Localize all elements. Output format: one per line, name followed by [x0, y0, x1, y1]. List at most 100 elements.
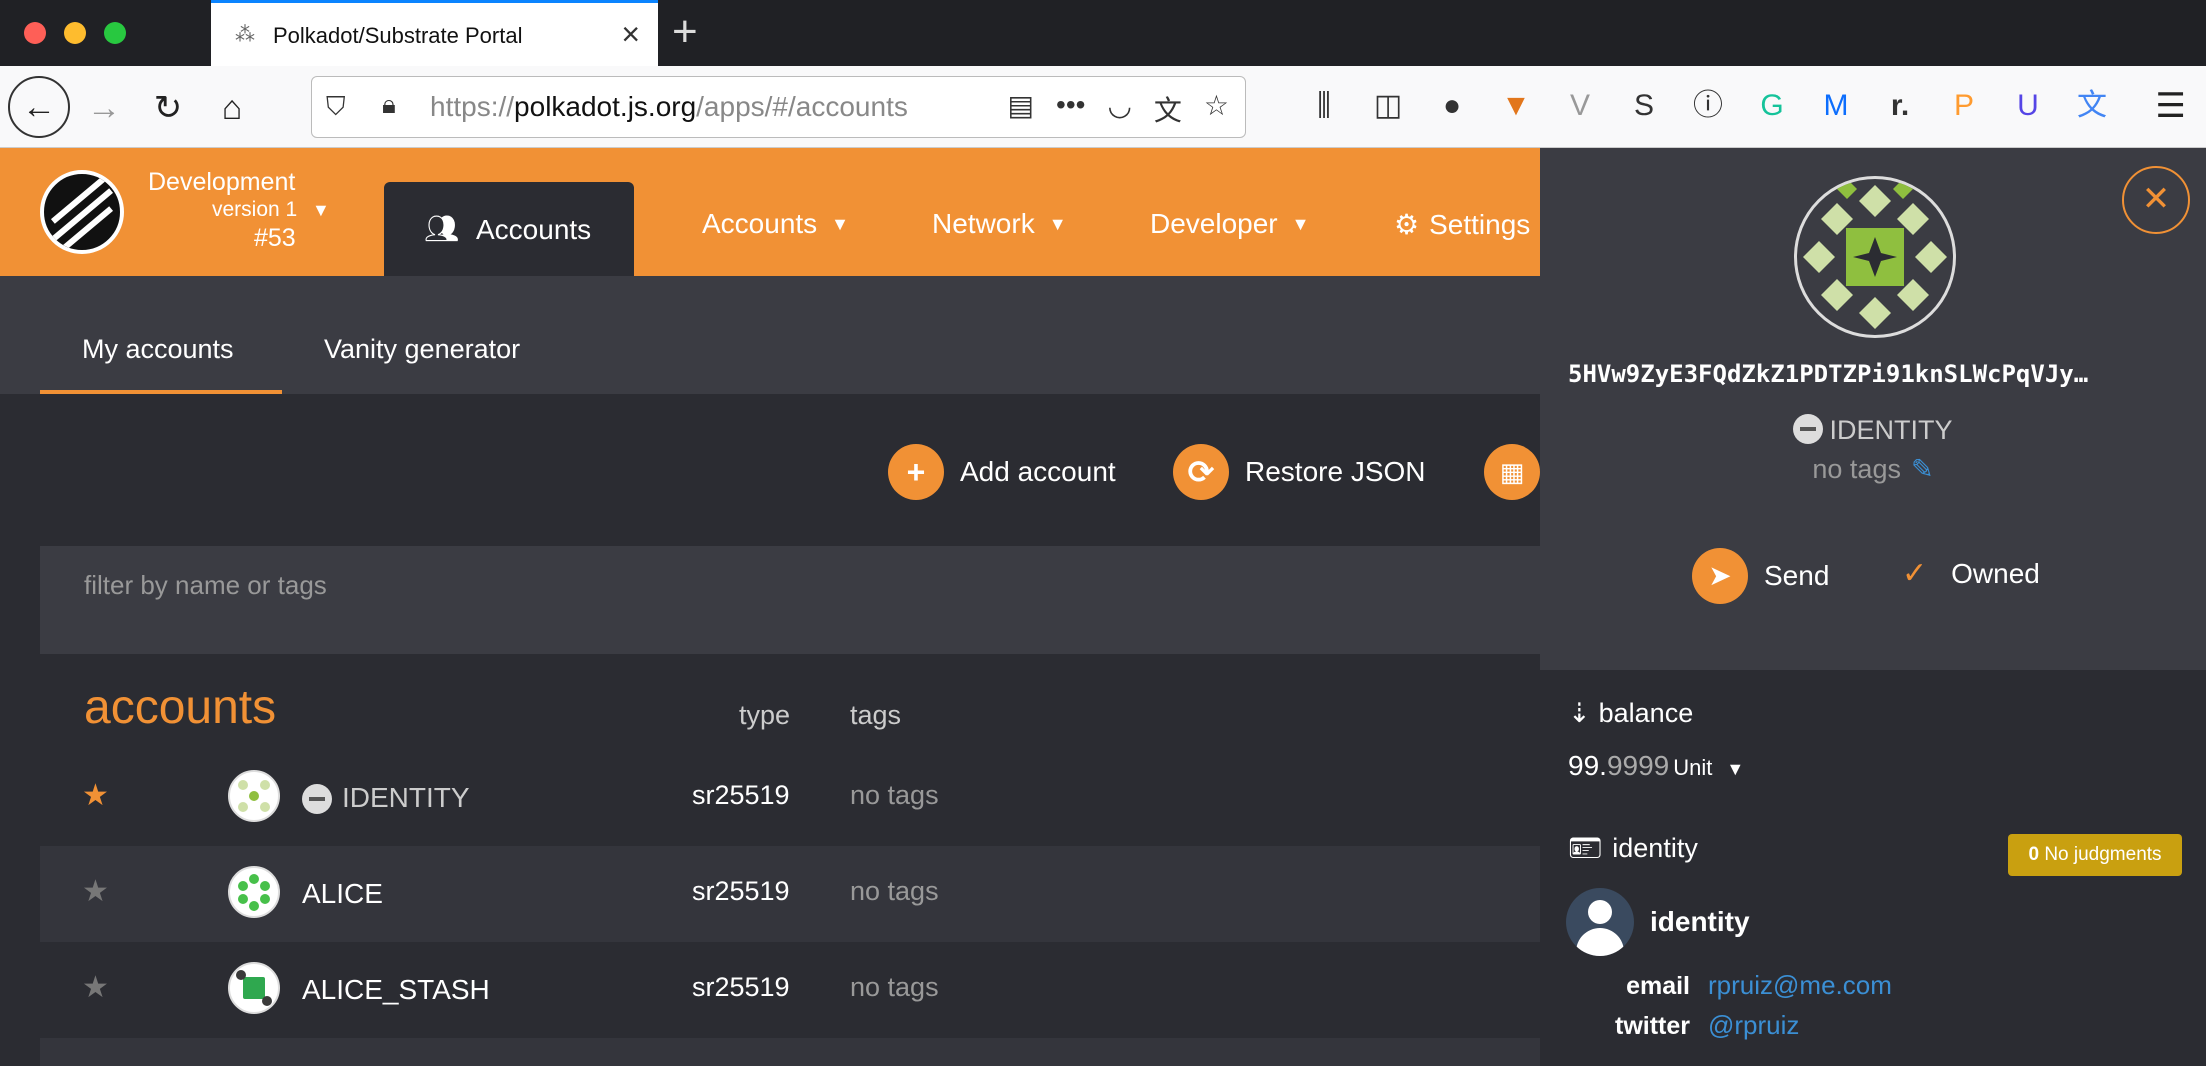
twitter-link[interactable]: @rpruiz	[1708, 1010, 1799, 1041]
account-type: sr25519	[692, 972, 790, 1002]
identicon-avatar[interactable]	[228, 866, 280, 918]
chevron-down-icon[interactable]: ▼	[1726, 759, 1744, 779]
chevron-down-icon: ▼	[831, 214, 849, 234]
account-row-identity[interactable]: ★ IDENTITY sr25519 no tags	[40, 750, 1540, 846]
plus-icon: +	[888, 444, 944, 500]
menu-network[interactable]: Network ▼	[932, 208, 1067, 240]
browser-tab[interactable]: ⁂ Polkadot/Substrate Portal ×	[211, 0, 658, 66]
star-icon[interactable]: ★	[82, 970, 109, 1005]
url-prefix: https://	[430, 91, 515, 122]
filter-input[interactable]	[84, 570, 1284, 601]
close-tab-icon[interactable]: ×	[621, 17, 640, 51]
chain-logo[interactable]	[40, 170, 124, 254]
tags-value: no tags	[1812, 454, 1901, 484]
identity-display-name: identity	[1650, 906, 1750, 937]
close-window-button[interactable]	[24, 22, 46, 44]
home-button[interactable]: ⌂	[204, 80, 260, 136]
chevron-down-icon[interactable]: ▼	[312, 200, 330, 221]
menu-developer-label: Developer	[1150, 208, 1278, 239]
balance-label-text: balance	[1598, 698, 1694, 728]
identicon-avatar[interactable]	[228, 962, 280, 1014]
email-link[interactable]: rpruiz@me.com	[1708, 970, 1892, 1001]
qr-account-button[interactable]: ▦	[1484, 444, 1540, 500]
account-address[interactable]: 5HVw9ZyE3FQdZkZ1PDTZPi91knSLWcPqVJy…	[1568, 360, 2178, 388]
maximize-window-button[interactable]	[104, 22, 126, 44]
page-actions-icon[interactable]: •••	[1056, 89, 1085, 129]
sidebar-icon[interactable]: ◫	[1368, 86, 1408, 126]
pocket-icon[interactable]: ◡	[1107, 89, 1131, 129]
readwise-icon[interactable]: r.	[1880, 86, 1920, 126]
ublock-icon[interactable]: U	[2008, 86, 2048, 126]
reload-button[interactable]: ↻	[140, 80, 196, 136]
close-sidebar-button[interactable]: ✕	[2122, 166, 2190, 234]
account-name: ALICE	[302, 878, 383, 909]
chevron-down-icon: ▼	[1291, 214, 1310, 234]
identity-avatar	[1566, 888, 1634, 956]
tab-title: Polkadot/Substrate Portal	[273, 23, 523, 48]
column-type-header: type	[739, 700, 791, 730]
url-bar[interactable]: ⛉ 🔒︎ https://polkadot.js.org/apps/#/acco…	[311, 76, 1246, 138]
account-icon[interactable]: ●	[1432, 86, 1472, 126]
account-row-alice-stash[interactable]: ★ ALICE_STASH sr25519 no tags	[40, 942, 1540, 1038]
polkadot-extension-icon[interactable]: P	[1944, 86, 1984, 126]
sort-amount-icon: ⇣	[1568, 698, 1591, 728]
back-button[interactable]: ←	[8, 76, 70, 138]
tracking-shield-icon[interactable]: ⛉	[326, 91, 346, 123]
onepassword-icon[interactable]: ⓘ	[1688, 86, 1728, 126]
tab-vanity-generator[interactable]: Vanity generator	[324, 334, 520, 365]
identity-status-icon	[302, 784, 332, 814]
tab-accounts-active[interactable]: 👥︎ Accounts	[384, 182, 634, 276]
star-icon[interactable]: ★	[82, 778, 109, 813]
tab-my-accounts[interactable]: My accounts	[82, 334, 234, 365]
url-text[interactable]: https://polkadot.js.org/apps/#/accounts	[430, 91, 908, 123]
edit-icon[interactable]: ✎	[1911, 454, 1934, 484]
column-tags-header: tags	[850, 700, 902, 730]
account-sidebar: ✕ 5HVw9ZyE3FQdZkZ1PDTZPi91knSLWcPqVJy… I…	[1540, 148, 2206, 1066]
menu-developer[interactable]: Developer ▼	[1150, 208, 1309, 240]
balance-value[interactable]: 99.9999 Unit ▼	[1568, 750, 1744, 782]
metamask-icon[interactable]: ▼	[1496, 86, 1536, 126]
account-row-partial	[40, 1038, 1540, 1066]
sidebar-header: ✕ 5HVw9ZyE3FQdZkZ1PDTZPi91knSLWcPqVJy… I…	[1540, 148, 2206, 670]
reader-view-icon[interactable]: ▤	[1008, 89, 1034, 129]
grammarly-icon[interactable]: G	[1752, 86, 1792, 126]
owned-label: Owned	[1951, 557, 2040, 589]
vue-devtools-icon[interactable]: V	[1560, 86, 1600, 126]
lock-icon[interactable]: 🔒︎	[382, 89, 396, 121]
tags-line: no tags ✎	[1540, 454, 2206, 485]
identicon-avatar-large[interactable]	[1794, 176, 1956, 338]
balance-label: ⇣ balance	[1568, 698, 1693, 729]
hamburger-menu-icon[interactable]: ☰	[2156, 86, 2186, 126]
star-icon[interactable]: ★	[82, 874, 109, 909]
menu-network-label: Network	[932, 208, 1035, 239]
identicon-avatar[interactable]	[228, 770, 280, 822]
send-button[interactable]: ➤ Send	[1692, 548, 1829, 604]
s-extension-icon[interactable]: S	[1624, 86, 1664, 126]
paper-plane-icon: ➤	[1692, 548, 1748, 604]
forward-button[interactable]: →	[76, 80, 132, 136]
menu-settings[interactable]: ⚙ Settings	[1394, 208, 1530, 241]
google-translate-icon[interactable]: 文	[2072, 86, 2112, 126]
restore-json-button[interactable]: ⟳ Restore JSON	[1173, 444, 1426, 500]
account-name: IDENTITY	[342, 782, 470, 813]
subtabs: My accounts Vanity generator	[0, 276, 1540, 394]
balance-integer: 99.	[1568, 750, 1607, 781]
account-type: sr25519	[692, 780, 790, 810]
menu-accounts[interactable]: Accounts ▼	[702, 208, 849, 240]
account-tags: no tags	[850, 876, 939, 906]
account-row-alice[interactable]: ★ ALICE sr25519 no tags	[40, 846, 1540, 942]
identity-label-text: identity	[1612, 833, 1698, 863]
library-icon[interactable]: ⫼	[1304, 86, 1344, 126]
minimize-window-button[interactable]	[64, 22, 86, 44]
bookmark-star-icon[interactable]: ☆	[1204, 89, 1229, 129]
chevron-down-icon: ▼	[1048, 214, 1067, 234]
chain-version[interactable]: version 1	[212, 198, 297, 222]
identicon-graphic	[1803, 179, 1947, 329]
restore-json-label: Restore JSON	[1245, 456, 1426, 487]
add-account-button[interactable]: + Add account	[888, 444, 1116, 500]
translate-icon[interactable]: 文	[1154, 89, 1182, 129]
accounts-heading: accounts	[84, 681, 277, 734]
malwarebytes-icon[interactable]: M	[1816, 86, 1856, 126]
chain-name[interactable]: Development	[148, 168, 295, 197]
new-tab-button[interactable]: +	[672, 10, 698, 54]
